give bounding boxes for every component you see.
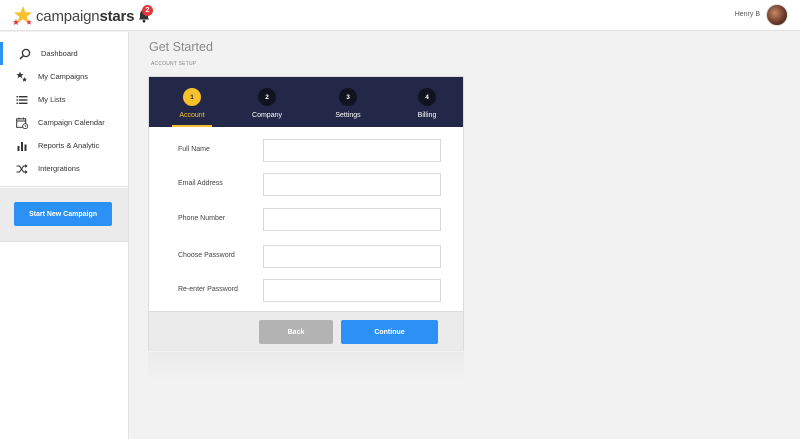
avatar[interactable] bbox=[766, 4, 788, 26]
breadcrumb: ACCOUNT SETUP bbox=[151, 61, 197, 67]
email-field[interactable] bbox=[263, 173, 441, 196]
sidebar-item-label: My Lists bbox=[38, 95, 66, 104]
step-billing[interactable]: 4 Billing bbox=[397, 88, 457, 124]
brand-name: campaignstars bbox=[36, 7, 135, 25]
step-number: 4 bbox=[418, 88, 436, 106]
sidebar-item-my-campaigns[interactable]: My Campaigns bbox=[0, 65, 128, 88]
step-indicator: 1 Account 2 Company 3 Settings 4 Billing bbox=[149, 77, 463, 127]
step-label: Billing bbox=[417, 112, 437, 119]
sidebar-nav: Dashboard My Campaigns My Lists Campaign… bbox=[0, 32, 128, 187]
email-label: Email Address bbox=[178, 180, 223, 187]
sidebar-item-label: Campaign Calendar bbox=[38, 118, 105, 127]
sidebar-item-label: Intergrations bbox=[38, 164, 80, 173]
magnifier-icon bbox=[18, 47, 31, 60]
back-button[interactable]: Back bbox=[259, 320, 333, 344]
step-settings[interactable]: 3 Settings bbox=[318, 88, 378, 124]
phone-label: Phone Number bbox=[178, 215, 226, 222]
start-new-campaign-button[interactable]: Start New Campaign bbox=[14, 202, 112, 226]
password-field[interactable] bbox=[263, 245, 441, 268]
calendar-icon bbox=[15, 116, 28, 129]
notification-badge: 2 bbox=[142, 5, 153, 16]
active-step-underline bbox=[172, 125, 212, 127]
step-company[interactable]: 2 Company bbox=[237, 88, 297, 124]
confirm-password-field[interactable] bbox=[263, 279, 441, 302]
setup-card: 1 Account 2 Company 3 Settings 4 Billing… bbox=[148, 76, 464, 351]
step-label: Company bbox=[252, 112, 282, 119]
card-footer: Back Continue bbox=[149, 311, 463, 351]
step-number: 2 bbox=[258, 88, 276, 106]
top-bar: campaignstars 2 Henry B bbox=[0, 0, 800, 31]
form-row-email: Email Address bbox=[149, 173, 463, 197]
card-shadow bbox=[148, 352, 464, 382]
form-row-confirm-password: Re-enter Password bbox=[149, 279, 463, 303]
step-label: Settings bbox=[335, 112, 361, 119]
shuffle-icon bbox=[15, 162, 28, 175]
sidebar: Dashboard My Campaigns My Lists Campaign… bbox=[0, 32, 129, 439]
password-label: Choose Password bbox=[178, 252, 235, 259]
stars-icon bbox=[15, 70, 28, 83]
step-label: Account bbox=[179, 112, 205, 119]
sidebar-item-reports-analytic[interactable]: Reports & Analytic bbox=[0, 134, 128, 157]
sidebar-item-dashboard[interactable]: Dashboard bbox=[0, 42, 128, 65]
full-name-label: Full Name bbox=[178, 146, 210, 153]
sidebar-item-campaign-calendar[interactable]: Campaign Calendar bbox=[0, 111, 128, 134]
step-number: 1 bbox=[183, 88, 201, 106]
page-title: Get Started bbox=[149, 40, 213, 54]
confirm-password-label: Re-enter Password bbox=[178, 286, 238, 293]
continue-button[interactable]: Continue bbox=[341, 320, 438, 344]
sidebar-item-integrations[interactable]: Intergrations bbox=[0, 157, 128, 180]
form-row-full-name: Full Name bbox=[149, 139, 463, 163]
user-name[interactable]: Henry B bbox=[735, 11, 760, 18]
step-number: 3 bbox=[339, 88, 357, 106]
phone-field[interactable] bbox=[263, 208, 441, 231]
sidebar-item-my-lists[interactable]: My Lists bbox=[0, 88, 128, 111]
sidebar-item-label: My Campaigns bbox=[38, 72, 89, 81]
bar-chart-icon bbox=[15, 139, 28, 152]
brand-logo[interactable]: campaignstars bbox=[12, 4, 135, 28]
form-row-password: Choose Password bbox=[149, 245, 463, 269]
full-name-field[interactable] bbox=[263, 139, 441, 162]
form-row-phone: Phone Number bbox=[149, 208, 463, 232]
step-account[interactable]: 1 Account bbox=[162, 88, 222, 127]
list-icon bbox=[15, 93, 28, 106]
stars-logo-icon bbox=[12, 6, 32, 25]
sidebar-item-label: Reports & Analytic bbox=[38, 141, 100, 150]
sidebar-cta-area: Start New Campaign bbox=[0, 188, 128, 242]
sidebar-item-label: Dashboard bbox=[41, 49, 78, 58]
